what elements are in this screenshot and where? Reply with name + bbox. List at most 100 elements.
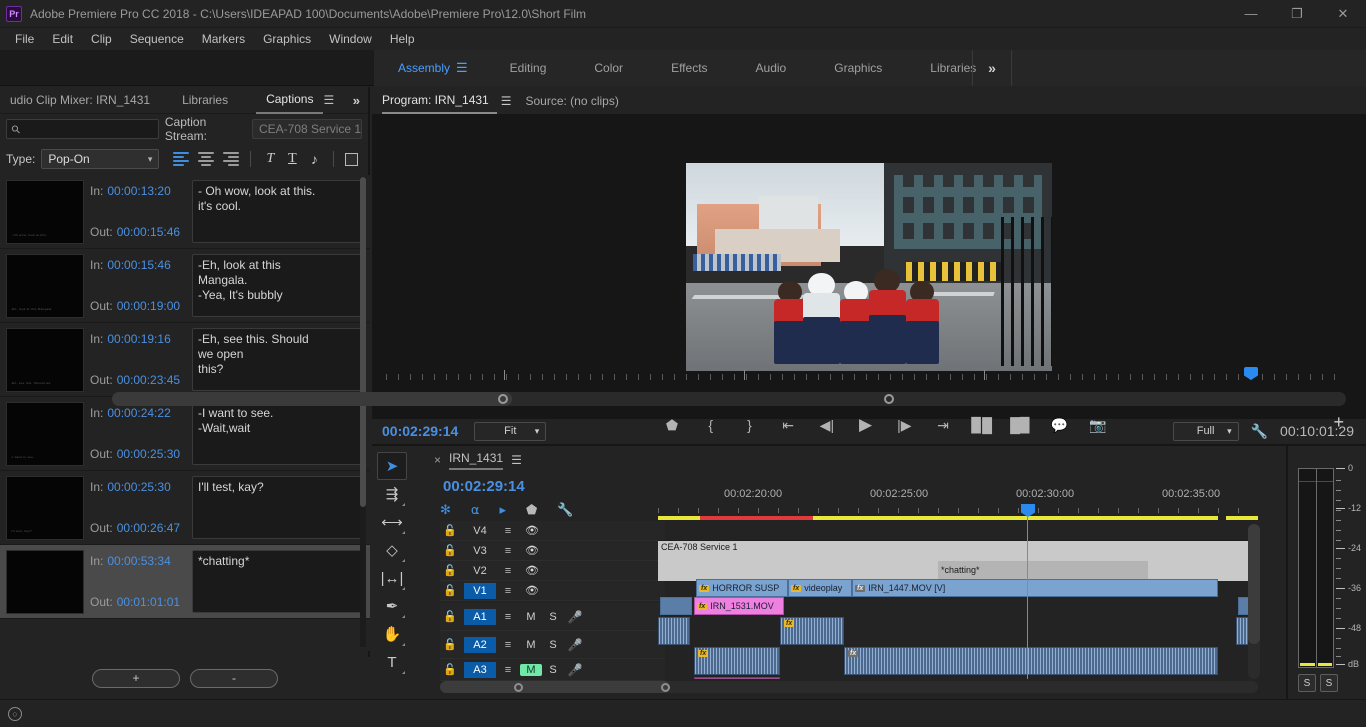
snap-sequence-icon[interactable]: ✻ (440, 502, 451, 518)
hand-tool[interactable]: ✋ (377, 620, 407, 648)
caption-list-item[interactable]: -I want to see. In:00:00:24:22 Out:00:00… (0, 397, 370, 471)
menu-window[interactable]: Window (320, 30, 381, 48)
export-frame-button[interactable]: 📷 (1086, 414, 1110, 436)
meter-solo-left-button[interactable]: S (1298, 674, 1316, 692)
wrench-icon[interactable]: 🔧 (557, 502, 573, 518)
eye-icon[interactable]: 👁 (520, 584, 544, 597)
wrench-icon[interactable]: 🔧 (1251, 423, 1268, 440)
sync-lock-icon[interactable]: ≡ (496, 664, 520, 676)
remove-caption-button[interactable]: - (190, 669, 278, 688)
caption-text[interactable]: *chatting* (192, 550, 364, 613)
caption-out-time[interactable]: 00:00:25:30 (117, 447, 180, 461)
track-label[interactable]: V2 (464, 563, 496, 579)
slip-tool[interactable]: |↔| (377, 564, 407, 592)
caption-list-item[interactable]: -Eh, look at this Mangala. In:00:00:15:4… (0, 249, 370, 323)
ripple-edit-tool[interactable]: ⟷ (377, 508, 407, 536)
sync-lock-icon[interactable]: ≡ (496, 545, 520, 557)
sync-lock-icon[interactable]: ≡ (496, 639, 520, 651)
linked-selection-icon[interactable]: ▸ (499, 502, 506, 518)
caption-type-select[interactable]: Pop-On ▾ (41, 149, 159, 169)
program-monitor-menu-icon[interactable]: ☰ (497, 94, 526, 108)
workspace-tab-effects[interactable]: Effects (647, 50, 731, 86)
solo-button[interactable]: S (542, 611, 564, 623)
solo-button[interactable]: S (542, 639, 564, 651)
sync-lock-icon[interactable]: ≡ (496, 611, 520, 623)
background-color-icon[interactable] (345, 153, 358, 166)
caption-out-time[interactable]: 00:00:15:46 (117, 225, 180, 239)
workspace-tab-audio[interactable]: Audio (732, 50, 811, 86)
audio-clip[interactable] (658, 617, 690, 645)
meter-solo-right-button[interactable]: S (1320, 674, 1338, 692)
workspace-tab-editing[interactable]: Editing (486, 50, 571, 86)
captions-panel-menu-icon[interactable]: ☰ (323, 93, 342, 107)
workspace-tab-color[interactable]: Color (570, 50, 647, 86)
add-caption-button[interactable]: + (92, 669, 180, 688)
track-label[interactable]: V3 (464, 543, 496, 559)
lock-icon[interactable]: 🔓 (440, 524, 460, 537)
program-zoom-scrollbar-thumb[interactable] (112, 392, 512, 406)
caption-in-time[interactable]: 00:00:24:22 (107, 406, 170, 420)
timeline-playhead-timecode[interactable]: 00:02:29:14 (443, 478, 525, 495)
caption-in-time[interactable]: 00:00:19:16 (107, 332, 170, 346)
audio-clip-music[interactable]: fx (694, 677, 780, 679)
selection-tool[interactable]: ➤ (377, 452, 407, 480)
caption-clip-chatting[interactable]: *chatting* (938, 561, 1148, 581)
sync-lock-icon[interactable]: ≡ (496, 585, 520, 597)
track-header-v2[interactable]: 🔓 V2 ≡ 👁 (440, 561, 665, 581)
razor-tool[interactable]: ◇ (377, 536, 407, 564)
sync-lock-icon[interactable]: ≡ (496, 565, 520, 577)
underline-icon[interactable]: T (284, 151, 300, 167)
caption-list[interactable]: - Oh wow, look at this. In:00:00:13:20 O… (0, 175, 370, 651)
tab-libraries[interactable]: Libraries (160, 87, 238, 114)
caption-out-time[interactable]: 00:00:26:47 (117, 521, 180, 535)
timeline-horizontal-scrollbar-thumb[interactable] (440, 681, 670, 693)
workspace-tab-assembly[interactable]: Assembly (374, 50, 456, 86)
menu-help[interactable]: Help (381, 30, 424, 48)
playback-resolution-select[interactable]: Full ▾ (1173, 422, 1239, 441)
timeline-clip[interactable]: fx IRN_1447.MOV [V] (852, 579, 1218, 597)
menu-graphics[interactable]: Graphics (254, 30, 320, 48)
lock-icon[interactable]: 🔓 (440, 544, 460, 557)
track-header-a2[interactable]: 🔓 A2 ≡ M S 🎤 (440, 631, 665, 659)
marker-icon[interactable]: ⬟ (526, 502, 537, 518)
track-label[interactable]: A3 (464, 662, 496, 678)
track-label[interactable]: V4 (464, 523, 496, 539)
pen-tool[interactable]: ✒ (377, 592, 407, 620)
track-label[interactable]: A1 (464, 609, 496, 625)
lock-icon[interactable]: 🔓 (440, 584, 460, 597)
caption-text[interactable]: I'll test, kay? (192, 476, 364, 539)
timeline-clip[interactable]: fx videoplay (788, 579, 852, 597)
caption-in-time[interactable]: 00:00:53:34 (107, 554, 170, 568)
step-forward-button[interactable]: |▶ (892, 414, 916, 436)
caption-stream-value[interactable]: CEA-708 Service 1 (252, 119, 362, 139)
mark-out-button[interactable]: } (737, 414, 761, 436)
lock-icon[interactable]: 🔓 (440, 663, 460, 676)
mic-icon[interactable]: 🎤 (564, 663, 586, 677)
track-header-a1[interactable]: 🔓 A1 ≡ M S 🎤 (440, 603, 665, 631)
timeline-clips[interactable]: CEA-708 Service 1 *chatting* fx HORROR S… (658, 521, 1258, 679)
go-to-in-button[interactable]: ⇤ (776, 414, 800, 436)
go-to-out-button[interactable]: ⇥ (931, 414, 955, 436)
timeline-zoom-handle-left[interactable] (514, 683, 523, 692)
caption-text[interactable]: -Eh, see this. Should we open this? (192, 328, 364, 391)
tab-source-monitor[interactable]: Source: (no clips) (525, 87, 626, 114)
audio-clip[interactable]: fx (780, 617, 844, 645)
close-icon[interactable]: × (434, 453, 441, 467)
menu-clip[interactable]: Clip (82, 30, 121, 48)
mic-icon[interactable]: 🎤 (564, 610, 586, 624)
caption-text[interactable]: - Oh wow, look at this. it's cool. (192, 180, 364, 243)
caption-list-item[interactable]: I'll test, kay? In:00:00:25:30 Out:00:00… (0, 471, 370, 545)
track-header-v3[interactable]: 🔓 V3 ≡ 👁 (440, 541, 665, 561)
mute-button[interactable]: M (520, 611, 542, 623)
audio-clip[interactable]: fx (694, 647, 780, 675)
caption-in-time[interactable]: 00:00:13:20 (107, 184, 170, 198)
timeline-sequence-name[interactable]: IRN_1431 (449, 451, 503, 470)
track-label[interactable]: A2 (464, 637, 496, 653)
tab-program-monitor[interactable]: Program: IRN_1431 (382, 87, 497, 114)
zoom-handle-left[interactable] (498, 394, 508, 404)
track-select-forward-tool[interactable]: ⇶ (377, 480, 407, 508)
caption-text[interactable]: -Eh, look at this Mangala. -Yea, It's bu… (192, 254, 364, 317)
zoom-handle-right[interactable] (884, 394, 894, 404)
caption-list-item[interactable]: -Eh, see this. Should we In:00:00:19:16 … (0, 323, 370, 397)
track-header-a3[interactable]: 🔓 A3 ≡ M S 🎤 (440, 659, 665, 681)
